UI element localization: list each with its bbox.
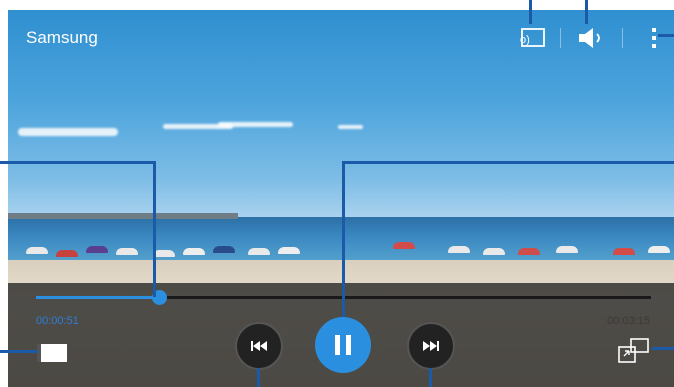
callout-volume: [585, 0, 588, 24]
screen-mirroring-icon[interactable]: o): [514, 24, 548, 52]
callout-pause: [342, 161, 345, 317]
cloud: [18, 128, 118, 136]
callout-progress: [0, 161, 156, 164]
umbrella: [26, 247, 48, 254]
pier: [8, 213, 238, 219]
cloud: [218, 122, 293, 127]
elapsed-time: 00:00:51: [36, 315, 79, 327]
more-options-icon[interactable]: [642, 24, 666, 52]
callout-more-options: [658, 34, 674, 37]
next-button[interactable]: [407, 322, 455, 370]
umbrella: [278, 247, 300, 254]
umbrella: [518, 248, 540, 255]
popup-player-icon[interactable]: [618, 338, 650, 364]
callout-popup-player: [652, 347, 674, 350]
next-icon: [423, 341, 439, 351]
screen-ratio-icon[interactable]: [36, 343, 68, 363]
umbrella: [86, 246, 108, 253]
video-title: Samsung: [26, 28, 98, 47]
pause-icon: [335, 335, 351, 355]
umbrella: [483, 248, 505, 255]
previous-icon: [251, 341, 267, 351]
svg-text:o): o): [520, 34, 530, 46]
callout-screen-mirroring: [529, 0, 532, 24]
progress-fill: [36, 296, 159, 299]
umbrella: [448, 246, 470, 253]
previous-button[interactable]: [235, 322, 283, 370]
umbrella: [248, 248, 270, 255]
umbrella: [213, 246, 235, 253]
video-player-screen: Samsung o) 00:00:51 00:03:15: [0, 0, 674, 387]
umbrella: [116, 248, 138, 255]
total-time: 00:03:15: [607, 315, 650, 327]
toolbar-divider: [622, 28, 623, 48]
umbrella: [393, 242, 415, 249]
umbrella: [556, 246, 578, 253]
pause-button[interactable]: [315, 317, 371, 373]
umbrella: [56, 250, 78, 257]
callout-screen-ratio: [0, 350, 38, 353]
umbrella: [648, 246, 670, 253]
callout-pause: [342, 161, 674, 164]
cloud: [338, 125, 363, 129]
umbrella: [183, 248, 205, 255]
callout-next: [429, 368, 432, 387]
volume-icon[interactable]: [572, 24, 612, 52]
toolbar-divider: [560, 28, 561, 48]
callout-progress: [153, 161, 156, 297]
callout-previous: [257, 368, 260, 387]
umbrella: [153, 250, 175, 257]
umbrella: [613, 248, 635, 255]
